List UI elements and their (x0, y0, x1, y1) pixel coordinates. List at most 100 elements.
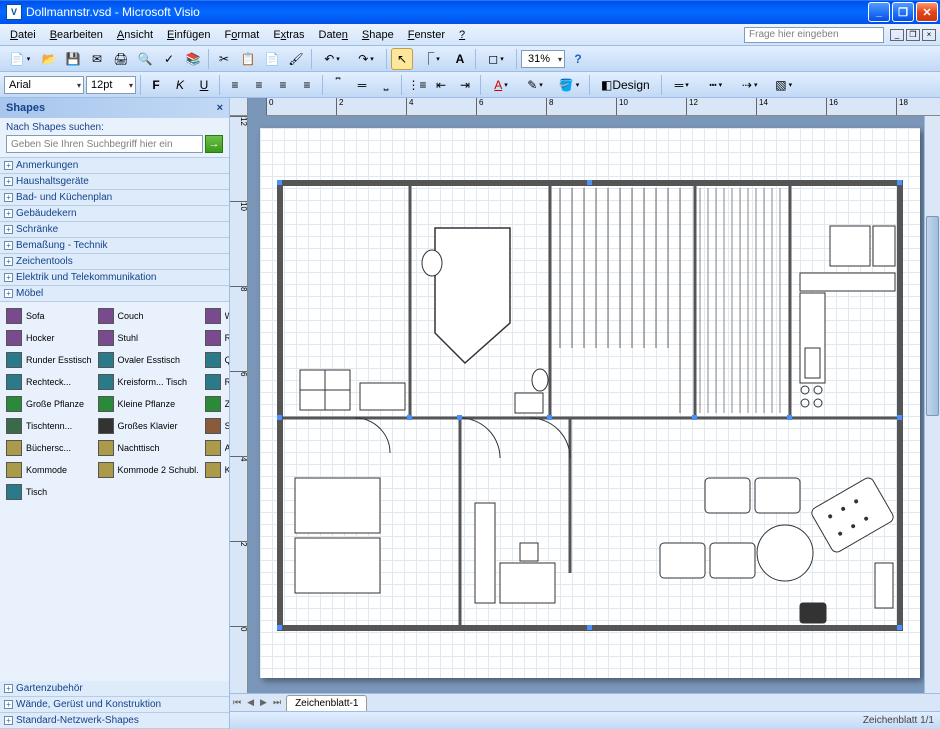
tab-nav-prev[interactable]: ◀ (244, 697, 257, 708)
horizontal-ruler[interactable]: 024681012141618 (266, 98, 940, 116)
valign-bottom-button[interactable]: ⎵ (375, 74, 397, 96)
copy-button[interactable]: 📋 (237, 48, 259, 70)
line-pattern-button[interactable]: ┅▾ (700, 74, 732, 96)
shapes-pane-close-icon[interactable]: × (217, 102, 223, 114)
shape-stencil-item[interactable]: Ovaler Esstisch (96, 350, 201, 370)
save-button[interactable]: 💾 (62, 48, 84, 70)
shape-stencil-item[interactable]: Sofa (4, 306, 94, 326)
shape-stencil-item[interactable]: Nachttisch (96, 438, 201, 458)
shape-stencil-item[interactable]: Tischtenn... (4, 416, 94, 436)
open-button[interactable]: 📂 (38, 48, 60, 70)
shape-stencil-item[interactable]: Kreisform... Tisch (96, 372, 201, 392)
font-color-button[interactable]: A▾ (485, 74, 517, 96)
bullets-button[interactable]: ⋮≡ (406, 74, 428, 96)
minimize-button[interactable]: _ (868, 2, 890, 22)
vertical-ruler[interactable]: 121086420 (230, 116, 248, 693)
print-preview-button[interactable]: 🔍 (134, 48, 156, 70)
text-tool-button[interactable]: A (449, 48, 471, 70)
maximize-button[interactable]: ❐ (892, 2, 914, 22)
shape-stencil-item[interactable]: Kommode (4, 460, 94, 480)
shapes-category[interactable]: +Haushaltsgeräte (0, 174, 229, 190)
shapes-category[interactable]: +Wände, Gerüst und Konstruktion (0, 697, 229, 713)
italic-button[interactable]: K (169, 74, 191, 96)
shape-stencil-item[interactable]: Rechteck... (4, 372, 94, 392)
doc-minimize-button[interactable]: _ (890, 29, 904, 41)
shape-stencil-item[interactable]: Hocker (4, 328, 94, 348)
align-justify-button[interactable]: ≡ (296, 74, 318, 96)
decrease-indent-button[interactable]: ⇤ (430, 74, 452, 96)
design-button[interactable]: ◧ Design (594, 74, 657, 96)
new-button[interactable]: 📄▾ (4, 48, 36, 70)
drawing-canvas[interactable] (248, 116, 924, 693)
spelling-button[interactable]: ✓ (158, 48, 180, 70)
shapes-category[interactable]: +Gartenzubehör (0, 681, 229, 697)
doc-restore-button[interactable]: ❐ (906, 29, 920, 41)
menu-help[interactable]: ? (453, 27, 471, 43)
pointer-tool-button[interactable]: ↖ (391, 48, 413, 70)
shapes-category[interactable]: +Elektrik und Telekommunikation (0, 270, 229, 286)
shape-stencil-item[interactable]: Wohnzim... (203, 306, 229, 326)
shapes-search-go-button[interactable]: → (205, 135, 223, 153)
format-painter-button[interactable]: 🖌 (285, 48, 307, 70)
shape-stencil-item[interactable]: Ruhesessel (203, 328, 229, 348)
tab-nav-last[interactable]: ⏭ (270, 697, 284, 708)
help-button[interactable]: ? (567, 48, 589, 70)
cut-button[interactable]: ✂ (213, 48, 235, 70)
tab-nav-first[interactable]: ⏮ (230, 697, 244, 708)
menu-format[interactable]: Format (218, 27, 265, 43)
align-left-button[interactable]: ≡ (224, 74, 246, 96)
menu-daten[interactable]: Daten (313, 27, 354, 43)
shape-stencil-item[interactable]: Couch (96, 306, 201, 326)
redo-button[interactable]: ↷▾ (350, 48, 382, 70)
sheet-tab-active[interactable]: Zeichenblatt-1 (286, 695, 367, 711)
fill-color-button[interactable]: 🪣▾ (553, 74, 585, 96)
line-ends-button[interactable]: ⇢▾ (734, 74, 766, 96)
paste-button[interactable]: 📄 (261, 48, 283, 70)
shape-stencil-item[interactable]: Spinetkl... (203, 416, 229, 436)
shapes-category[interactable]: +Gebäudekern (0, 206, 229, 222)
close-button[interactable]: ✕ (916, 2, 938, 22)
shape-stencil-item[interactable]: Rechteck... Tisch (203, 372, 229, 392)
shape-stencil-item[interactable]: Zimmerpfl... (203, 394, 229, 414)
valign-top-button[interactable]: ⎴ (327, 74, 349, 96)
vertical-scrollbar[interactable] (924, 116, 940, 693)
shapes-category[interactable]: +Zeichentools (0, 254, 229, 270)
shapes-category[interactable]: +Bad- und Küchenplan (0, 190, 229, 206)
line-weight-button[interactable]: ═▾ (666, 74, 698, 96)
shape-stencil-item[interactable]: Kommode 2 Schubl. (96, 460, 201, 480)
shapes-search-input[interactable] (6, 135, 203, 153)
shape-stencil-item[interactable]: Großes Klavier (96, 416, 201, 436)
valign-middle-button[interactable]: ═ (351, 74, 373, 96)
shapes-category[interactable]: +Möbel (0, 286, 229, 302)
drawing-tools-button[interactable]: ◻▾ (480, 48, 512, 70)
shapes-category[interactable]: +Anmerkungen (0, 158, 229, 174)
menu-extras[interactable]: Extras (267, 27, 310, 43)
shape-stencil-item[interactable]: Kleine Pflanze (96, 394, 201, 414)
mail-button[interactable]: ✉ (86, 48, 108, 70)
menu-ansicht[interactable]: Ansicht (111, 27, 159, 43)
font-selector[interactable]: Arial (4, 76, 84, 94)
shape-stencil-item[interactable]: Büchersc... (4, 438, 94, 458)
shape-stencil-item[interactable]: Anpassb... Bett (203, 438, 229, 458)
print-button[interactable]: 🖨 (110, 48, 132, 70)
tab-nav-next[interactable]: ▶ (257, 697, 270, 708)
shape-stencil-item[interactable]: Kommode 3 Schubl. (203, 460, 229, 480)
align-right-button[interactable]: ≡ (272, 74, 294, 96)
bold-button[interactable]: F (145, 74, 167, 96)
shapes-category[interactable]: +Bemaßung - Technik (0, 238, 229, 254)
connector-tool-button[interactable]: ⎾▾ (415, 48, 447, 70)
shape-stencil-item[interactable]: Quadrati... Tisch (203, 350, 229, 370)
zoom-selector[interactable]: 31% (521, 50, 565, 68)
menu-bearbeiten[interactable]: Bearbeiten (44, 27, 109, 43)
line-color-button[interactable]: ✎▾ (519, 74, 551, 96)
drawing-page[interactable] (260, 128, 920, 678)
help-search-input[interactable] (744, 27, 884, 43)
font-size-selector[interactable]: 12pt (86, 76, 136, 94)
research-button[interactable]: 📚 (182, 48, 204, 70)
menu-datei[interactable]: Datei (4, 27, 42, 43)
shape-stencil-item[interactable]: Tisch (4, 482, 94, 502)
shape-stencil-item[interactable]: Runder Esstisch (4, 350, 94, 370)
shape-stencil-item[interactable]: Große Pflanze (4, 394, 94, 414)
shape-stencil-item[interactable]: Stuhl (96, 328, 201, 348)
doc-close-button[interactable]: × (922, 29, 936, 41)
